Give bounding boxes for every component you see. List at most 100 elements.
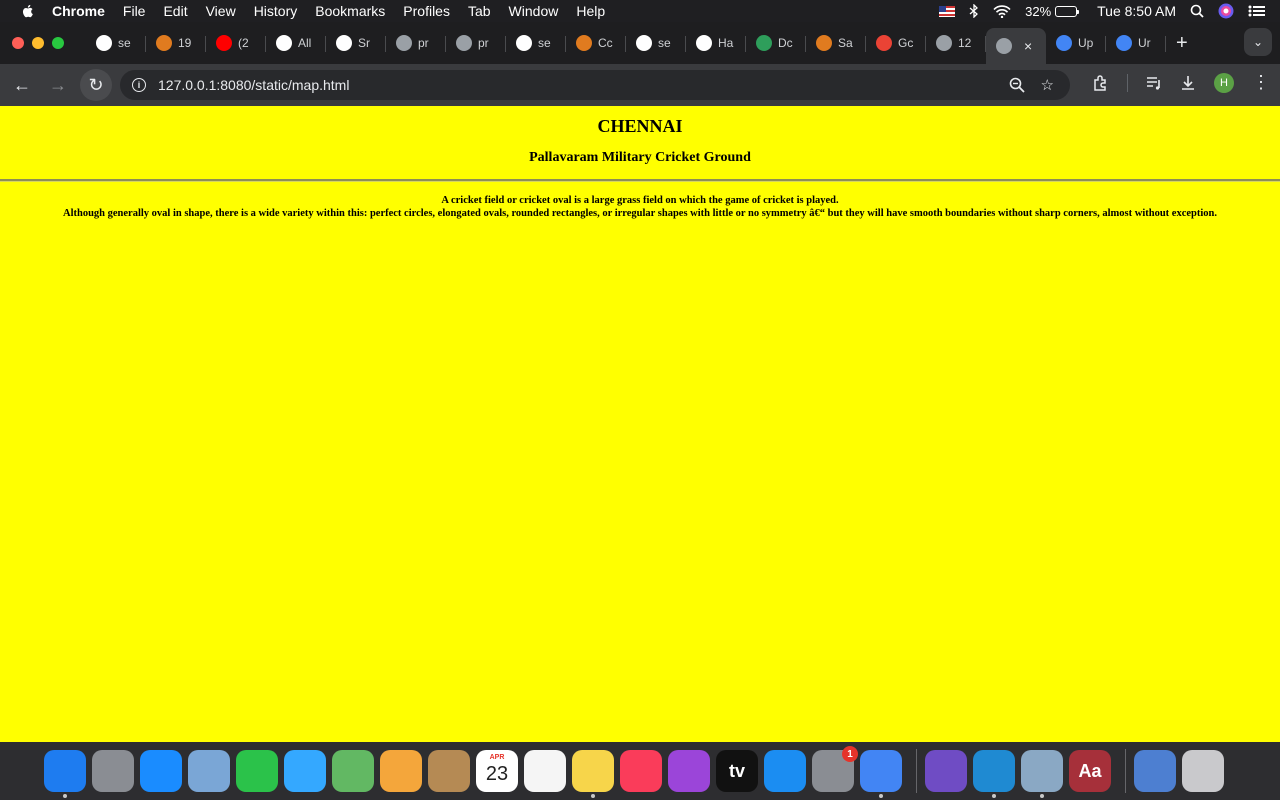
menu-bookmarks[interactable]: Bookmarks [315,3,385,19]
web-page: CHENNAI Pallavaram Military Cricket Grou… [0,106,1280,742]
vscode-icon[interactable] [973,750,1015,798]
tab[interactable]: se [626,26,686,60]
bittorrent-icon[interactable] [925,750,967,792]
tab-search-button[interactable]: ⌄ [1244,28,1272,56]
wifi-icon[interactable] [993,4,1011,18]
tab[interactable]: Ha [686,26,746,60]
appstore-icon[interactable] [764,750,806,792]
menu-window[interactable]: Window [509,3,559,19]
notes-icon[interactable] [572,750,614,798]
dictionary-icon[interactable]: Aa [1069,750,1111,792]
running-indicator [992,794,996,798]
apple-menu-icon[interactable] [20,3,36,19]
spotlight-search-icon[interactable] [1190,4,1204,18]
bluetooth-icon[interactable] [969,4,979,18]
globe-icon [456,35,472,51]
extensions-icon[interactable] [1093,74,1109,91]
system-preferences-icon[interactable]: 1 [812,746,858,792]
running-indicator [1040,794,1044,798]
close-window-button[interactable] [12,37,24,49]
menu-clock[interactable]: Tue 8:50 AM [1097,3,1176,19]
menu-file[interactable]: File [123,3,146,19]
input-source-flag-icon[interactable] [939,5,956,17]
menu-view[interactable]: View [206,3,236,19]
music-icon[interactable] [620,750,662,792]
tab[interactable]: (2 [206,26,266,60]
menu-profiles[interactable]: Profiles [403,3,450,19]
dock-icon-label: tv [728,760,745,781]
menu-history[interactable]: History [254,3,298,19]
downloads-folder-icon[interactable] [1134,750,1176,792]
reading-list-icon[interactable] [1146,76,1162,90]
tab[interactable]: pr [386,26,446,60]
calendar-month: APR [489,754,505,761]
safari-icon[interactable] [140,750,182,792]
contacts-icon[interactable] [428,750,470,792]
zoom-icon[interactable] [1009,77,1025,93]
new-tab-button[interactable]: + [1176,32,1188,55]
dock-separator [1125,749,1126,793]
calendar-icon[interactable]: APR 23 [476,750,518,792]
mail-icon[interactable] [188,750,230,792]
minimize-window-button[interactable] [32,37,44,49]
tab[interactable]: Up [1046,26,1106,60]
tab-title: Sa [838,36,853,50]
tab-title: Ur [1138,36,1151,50]
photos-icon[interactable] [380,750,422,792]
siri-icon[interactable] [1218,3,1234,19]
podcasts-icon[interactable] [668,750,710,792]
site-info-icon[interactable]: i [132,78,146,92]
tab[interactable]: Gc [866,26,926,60]
page-subtitle: Pallavaram Military Cricket Ground [529,150,751,165]
maps-icon[interactable] [332,750,374,792]
maximize-window-button[interactable] [52,37,64,49]
back-button[interactable]: ← [8,71,36,99]
menu-help[interactable]: Help [576,3,605,19]
running-indicator [591,794,595,798]
launchpad-icon[interactable] [92,750,134,792]
maps-pin-icon [876,35,892,51]
downloads-icon[interactable] [1180,75,1196,91]
finder-icon[interactable] [44,750,86,798]
tab-title: Up [1078,36,1094,50]
tab[interactable]: Sa [806,26,866,60]
tab[interactable]: Dc [746,26,806,60]
menu-app-name[interactable]: Chrome [52,3,105,19]
tab[interactable]: se [86,26,146,60]
calendar-day: 23 [485,762,509,785]
reminders-icon[interactable] [524,750,566,792]
forward-button[interactable]: → [44,71,72,99]
tab[interactable]: 19 [146,26,206,60]
control-center-icon[interactable] [1248,4,1266,18]
tab[interactable]: Ur [1106,26,1166,60]
url-text[interactable]: 127.0.0.1:8080/static/map.html [158,77,1009,93]
tab[interactable]: Sr [326,26,386,60]
tab[interactable]: pr [446,26,506,60]
chrome-icon[interactable] [860,750,902,798]
tabs: se 19 (2 All Sr pr pr se Cc se Ha Dc Sa Gc 12 × Up Ur [86,22,1166,64]
tab[interactable]: se [506,26,566,60]
trash-icon[interactable] [1182,750,1224,792]
running-indicator [879,794,883,798]
notification-badge: 1 [842,746,858,762]
battery-status[interactable]: 32% [1025,4,1080,19]
more-menu-icon[interactable]: ⋮ [1252,72,1270,93]
reload-button[interactable]: ↻ [80,69,112,101]
menu-edit[interactable]: Edit [163,3,187,19]
close-tab-icon[interactable]: × [1024,38,1032,54]
messages-icon[interactable] [284,750,326,792]
appletv-icon[interactable]: tv [716,750,758,792]
menu-tab[interactable]: Tab [468,3,491,19]
tab[interactable]: All [266,26,326,60]
address-bar[interactable]: i 127.0.0.1:8080/static/map.html ☆ [120,70,1070,100]
profile-avatar[interactable]: H [1214,72,1234,93]
tab-title: se [658,36,671,50]
menu-bar: Chrome File Edit View History Bookmarks … [0,0,1280,22]
tab[interactable]: 12 [926,26,986,60]
preview-icon[interactable] [1021,750,1063,798]
dock-separator [916,749,917,793]
tab-active[interactable]: × [986,28,1046,64]
tab[interactable]: Cc [566,26,626,60]
bookmark-star-icon[interactable]: ☆ [1041,76,1054,94]
facetime-icon[interactable] [236,750,278,792]
